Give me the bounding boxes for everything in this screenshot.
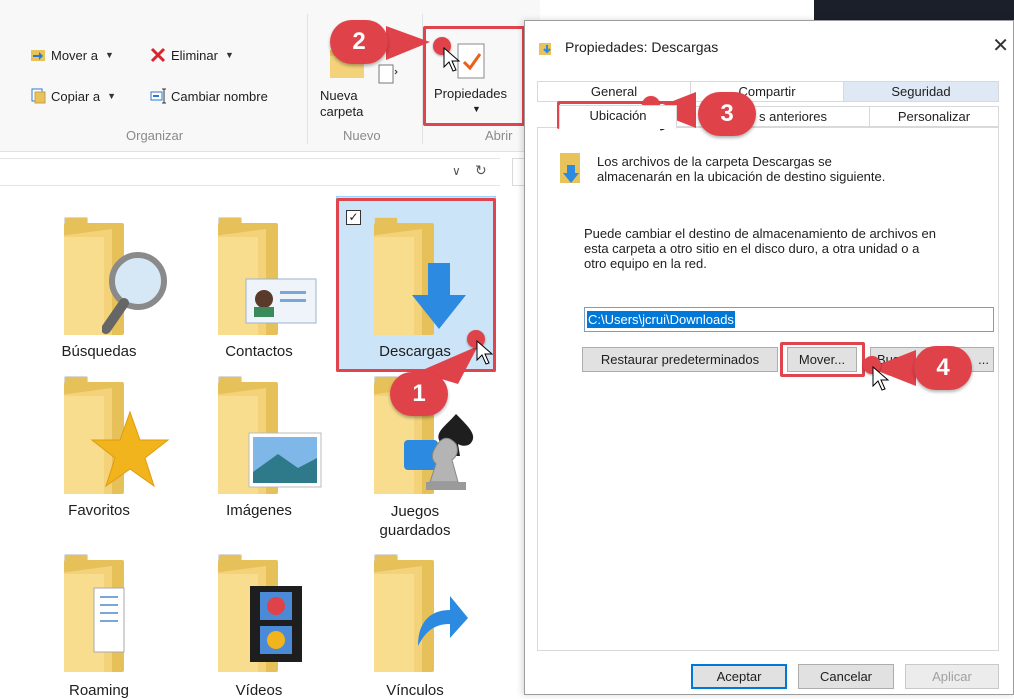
folder-imagenes[interactable]: Imágenes <box>184 376 334 542</box>
folder-label: Contactos <box>225 343 293 360</box>
folder-label-line1: Juegos <box>390 503 440 520</box>
downloads-folder-icon <box>539 43 551 55</box>
location-info-line1: Los archivos de la carpeta Descargas se <box>597 154 832 169</box>
close-icon[interactable]: ✕ <box>992 33 1009 58</box>
copy-to-label: Copiar a <box>51 88 101 104</box>
chevron-down-icon: ▼ <box>224 50 234 60</box>
downloads-folder-large-icon <box>560 153 580 183</box>
delete-button[interactable]: Eliminar ▼ <box>150 47 234 63</box>
find-target-label-right: ... <box>978 352 989 367</box>
folder-label: Juegos guardados <box>340 502 490 540</box>
dialog-title: Propiedades: Descargas <box>565 39 719 55</box>
step1-number: 1 <box>412 380 426 407</box>
step1-marker: 1 <box>390 372 448 416</box>
film-strip-icon <box>250 586 302 662</box>
step2-number: 2 <box>352 28 366 55</box>
taskbar-strip <box>814 0 1014 22</box>
step4-marker: 4 <box>914 346 972 390</box>
restore-defaults-button[interactable]: Restaurar predeterminados <box>582 347 778 372</box>
tab-personalizar[interactable]: Personalizar <box>869 106 999 127</box>
chevron-down-icon[interactable]: ∨ <box>452 164 461 178</box>
move-to-icon <box>30 47 46 63</box>
step3-marker: 3 <box>698 92 756 136</box>
magnifier-icon <box>102 252 167 334</box>
chevron-down-icon: ▼ <box>104 50 114 60</box>
folder-label: Vínculos <box>386 682 444 699</box>
document-icon <box>93 587 125 653</box>
folder-vinculos[interactable]: Vínculos <box>340 554 490 699</box>
cancel-button[interactable]: Cancelar <box>798 664 894 689</box>
step2-marker: 2 <box>330 20 388 64</box>
copy-to-icon <box>30 88 46 104</box>
address-bar[interactable]: ∨ ↻ <box>0 158 500 186</box>
new-folder-label: Nueva carpeta <box>320 88 363 120</box>
shortcut-arrow-icon <box>418 596 468 646</box>
group-label-open: Abrir <box>485 128 513 143</box>
folder-busquedas[interactable]: Búsquedas <box>24 205 174 375</box>
rename-button[interactable]: Cambiar nombre <box>150 88 268 104</box>
mouse-pointer-icon <box>476 340 494 365</box>
location-info-text: Los archivos de la carpeta Descargas se … <box>597 154 885 184</box>
location-description-line3: otro equipo en la red. <box>584 256 707 271</box>
location-description-line1: Puede cambiar el destino de almacenamien… <box>584 226 936 241</box>
tab-ubicacion[interactable]: Ubicación <box>559 105 677 129</box>
rename-icon <box>150 88 166 104</box>
divider <box>307 14 308 144</box>
step3-number: 3 <box>720 100 734 127</box>
mouse-pointer-icon <box>443 47 461 72</box>
copy-to-button[interactable]: Copiar a ▼ <box>30 88 116 104</box>
move-to-label: Mover a <box>51 47 98 63</box>
location-path-value: C:\Users\jcrui\Downloads <box>587 311 735 328</box>
new-folder-label-line2: carpeta <box>320 104 364 119</box>
contact-card-icon <box>245 278 317 324</box>
step4-highlight <box>780 342 865 377</box>
folder-label: Búsquedas <box>61 343 137 360</box>
delete-x-icon <box>150 47 166 63</box>
folder-roaming[interactable]: Roaming <box>24 554 174 699</box>
folder-favoritos[interactable]: Favoritos <box>24 376 174 542</box>
star-icon <box>90 410 170 488</box>
folder-videos[interactable]: Vídeos <box>184 554 334 699</box>
folder-label: Favoritos <box>68 502 130 519</box>
folder-contactos[interactable]: Contactos <box>184 205 334 375</box>
rename-label: Cambiar nombre <box>171 88 268 104</box>
tab-seguridad[interactable]: Seguridad <box>843 81 999 102</box>
folder-label: Vídeos <box>235 682 283 699</box>
location-description-text: Puede cambiar el destino de almacenamien… <box>584 226 936 271</box>
mouse-pointer-icon <box>872 366 890 391</box>
apply-button[interactable]: Aplicar <box>905 664 999 689</box>
move-to-button[interactable]: Mover a ▼ <box>30 47 114 63</box>
landscape-image-icon <box>248 432 322 488</box>
group-label-organize: Organizar <box>126 128 184 143</box>
refresh-icon[interactable]: ↻ <box>475 162 487 179</box>
location-info-line2: almacenarán en la ubicación de destino s… <box>597 169 886 184</box>
chess-piece-icon <box>404 414 474 490</box>
folder-label: Imágenes <box>226 502 292 519</box>
group-label-new: Nuevo <box>343 128 381 143</box>
folder-label-line2: guardados <box>379 522 451 539</box>
delete-label: Eliminar <box>171 47 218 63</box>
chevron-down-icon: ▼ <box>107 91 117 101</box>
location-description-line2: esta carpeta a otro sitio en el disco du… <box>584 241 920 256</box>
folder-label: Roaming <box>68 682 130 699</box>
location-path-input[interactable]: C:\Users\jcrui\Downloads <box>584 307 994 332</box>
ok-button[interactable]: Aceptar <box>691 664 787 689</box>
step4-number: 4 <box>936 354 950 381</box>
new-folder-label-line1: Nueva <box>320 88 358 103</box>
